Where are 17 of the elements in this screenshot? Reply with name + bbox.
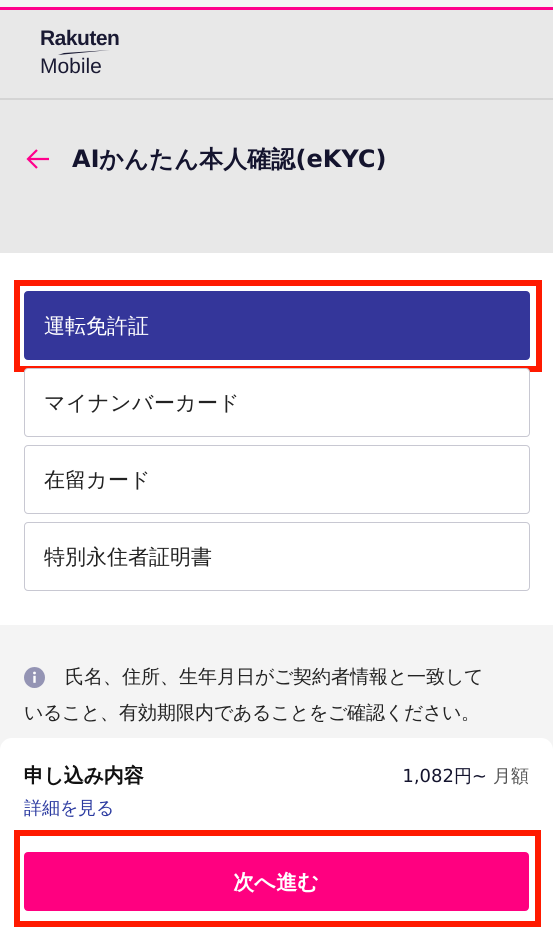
next-button[interactable]: 次へ進む — [24, 852, 529, 911]
info-icon — [24, 666, 45, 688]
swoosh-icon — [58, 50, 110, 55]
document-option[interactable]: 特別永住者証明書 — [24, 522, 530, 591]
price-text: 1,082円~ — [402, 764, 487, 788]
logo-text: Rakuten — [40, 28, 120, 50]
document-option[interactable]: 在留カード — [24, 445, 530, 514]
page-title: AIかんたん本人確認(eKYC) — [72, 144, 386, 174]
details-link[interactable]: 詳細を見る — [24, 796, 114, 820]
document-option[interactable]: 運転免許証 — [24, 291, 530, 360]
notice-text: 氏名、住所、生年月日がご契約者情報と一致して — [65, 665, 483, 690]
period-text: 月額 — [493, 764, 529, 788]
summary-title: 申し込み内容 — [24, 762, 144, 789]
logo-text: Mobile — [40, 55, 102, 79]
document-option[interactable]: マイナンバーカード — [24, 368, 530, 437]
back-arrow-icon[interactable] — [26, 148, 50, 170]
notice-text: いること、有効期限内であることをご確認ください。 — [24, 701, 481, 726]
